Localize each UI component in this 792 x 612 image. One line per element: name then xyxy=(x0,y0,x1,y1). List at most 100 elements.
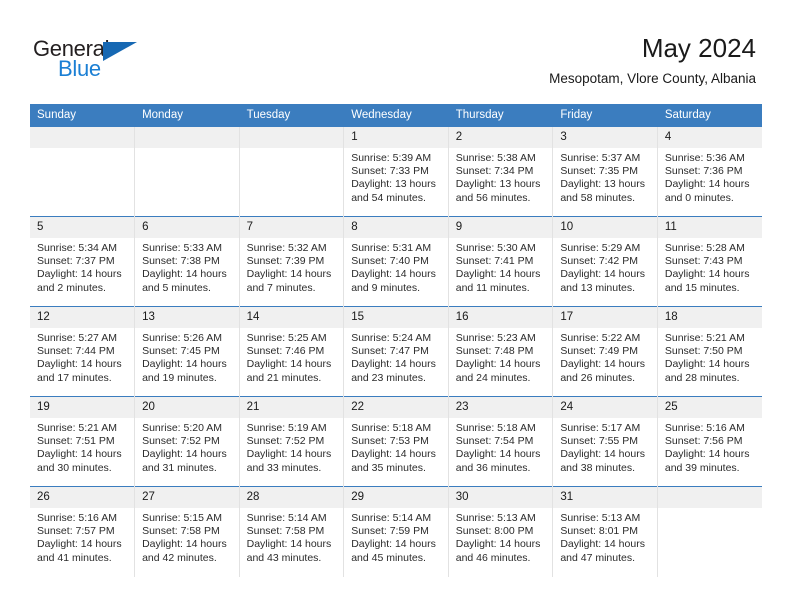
calendar-body: 1 Sunrise: 5:39 AM Sunset: 7:33 PM Daylight… xyxy=(30,126,762,577)
calendar-day-cell[interactable]: 20 Sunrise: 5:20 AM Sunset: 7:52 PM Dayligh… xyxy=(134,396,240,487)
sunset-text: Sunset: 7:36 PM xyxy=(664,165,743,178)
calendar-day-cell[interactable]: 19 Sunrise: 5:21 AM Sunset: 7:51 PM Dayligh… xyxy=(30,396,136,487)
calendar-day-cell[interactable]: 12 Sunrise: 5:27 AM Sunset: 7:44 PM Dayligh… xyxy=(30,306,136,397)
sunset-text: Sunset: 7:45 PM xyxy=(142,345,220,358)
sunrise-text: Sunrise: 5:32 AM xyxy=(246,242,327,254)
sunset-text: Sunset: 7:55 PM xyxy=(560,435,638,448)
daylight-text: Daylight: 14 hours and 28 minutes. xyxy=(664,358,750,384)
sunrise-text: Sunrise: 5:21 AM xyxy=(37,422,117,434)
daylight-text: Daylight: 14 hours and 41 minutes. xyxy=(37,538,122,564)
calendar-week-row: 26 Sunrise: 5:16 AM Sunset: 7:57 PM Dayligh… xyxy=(30,486,762,577)
day-details: Sunrise: 5:33 AM Sunset: 7:38 PM Daylight:… xyxy=(135,238,238,295)
sunrise-text: Sunrise: 5:37 AM xyxy=(560,152,641,164)
daylight-text: Daylight: 13 hours and 54 minutes. xyxy=(351,178,436,204)
general-blue-logo[interactable]: General Blue xyxy=(33,36,153,84)
calendar-day-cell[interactable]: 14 Sunrise: 5:25 AM Sunset: 7:46 PM Dayligh… xyxy=(239,306,345,397)
page-title: May 2024 xyxy=(641,33,756,63)
weekday-header-row: Sunday Monday Tuesday Wednesday Thursday… xyxy=(30,104,763,127)
sunset-text: Sunset: 7:50 PM xyxy=(664,345,743,358)
day-number: 4 xyxy=(657,127,762,148)
daylight-text: Daylight: 14 hours and 38 minutes. xyxy=(560,448,645,474)
day-number: 13 xyxy=(135,307,239,328)
daylight-text: Daylight: 14 hours and 24 minutes. xyxy=(455,358,541,384)
calendar-day-cell[interactable]: 25 Sunrise: 5:16 AM Sunset: 7:56 PM Dayligh… xyxy=(657,396,762,487)
calendar-day-cell[interactable]: 30 Sunrise: 5:13 AM Sunset: 8:00 PM Dayligh… xyxy=(448,486,554,577)
day-details: Sunrise: 5:24 AM Sunset: 7:47 PM Daylight:… xyxy=(344,328,447,385)
calendar-day-cell[interactable]: 31 Sunrise: 5:13 AM Sunset: 8:01 PM Dayligh… xyxy=(552,486,658,577)
day-number: 14 xyxy=(239,307,343,328)
calendar-day-cell[interactable]: 2 Sunrise: 5:38 AM Sunset: 7:34 PM Daylight… xyxy=(448,126,554,217)
calendar-day-cell[interactable]: 7 Sunrise: 5:32 AM Sunset: 7:39 PM Daylight… xyxy=(239,216,345,307)
sunrise-text: Sunrise: 5:21 AM xyxy=(664,332,745,344)
calendar-day-cell[interactable]: 15 Sunrise: 5:24 AM Sunset: 7:47 PM Dayligh… xyxy=(343,306,449,397)
day-number: 8 xyxy=(344,217,448,238)
calendar-day-cell[interactable]: 21 Sunrise: 5:19 AM Sunset: 7:52 PM Dayligh… xyxy=(239,396,345,487)
triangle-icon xyxy=(103,42,137,61)
calendar-day-cell[interactable]: 10 Sunrise: 5:29 AM Sunset: 7:42 PM Dayligh… xyxy=(552,216,658,307)
calendar-day-cell[interactable]: 13 Sunrise: 5:26 AM Sunset: 7:45 PM Dayligh… xyxy=(134,306,240,397)
sunset-text: Sunset: 7:49 PM xyxy=(560,345,638,358)
sunset-text: Sunset: 8:00 PM xyxy=(455,525,534,538)
day-details: Sunrise: 5:38 AM Sunset: 7:34 PM Daylight:… xyxy=(449,148,552,205)
day-details: Sunrise: 5:21 AM Sunset: 7:50 PM Daylight:… xyxy=(658,328,762,385)
calendar-day-cell[interactable]: 16 Sunrise: 5:23 AM Sunset: 7:48 PM Dayligh… xyxy=(448,306,554,397)
daylight-text: Daylight: 14 hours and 13 minutes. xyxy=(560,268,645,294)
calendar-day-cell[interactable]: 27 Sunrise: 5:15 AM Sunset: 7:58 PM Dayligh… xyxy=(134,486,240,577)
calendar-day-cell[interactable]: 8 Sunrise: 5:31 AM Sunset: 7:40 PM Daylight… xyxy=(343,216,449,307)
daylight-text: Daylight: 14 hours and 21 minutes. xyxy=(246,358,332,384)
calendar-cell-empty xyxy=(134,126,240,217)
calendar-day-cell[interactable]: 26 Sunrise: 5:16 AM Sunset: 7:57 PM Dayligh… xyxy=(30,486,136,577)
daylight-text: Daylight: 14 hours and 43 minutes. xyxy=(246,538,332,564)
calendar-day-cell[interactable]: 5 Sunrise: 5:34 AM Sunset: 7:37 PM Daylight… xyxy=(30,216,136,307)
calendar-day-cell[interactable]: 17 Sunrise: 5:22 AM Sunset: 7:49 PM Dayligh… xyxy=(552,306,658,397)
calendar-day-cell[interactable]: 29 Sunrise: 5:14 AM Sunset: 7:59 PM Dayligh… xyxy=(343,486,449,577)
calendar-day-cell[interactable]: 22 Sunrise: 5:18 AM Sunset: 7:53 PM Dayligh… xyxy=(343,396,449,487)
calendar-week-row: 1 Sunrise: 5:39 AM Sunset: 7:33 PM Daylight… xyxy=(30,126,762,217)
day-details: Sunrise: 5:30 AM Sunset: 7:41 PM Daylight:… xyxy=(449,238,552,295)
weekday-header-thursday: Thursday xyxy=(448,104,554,127)
day-details: Sunrise: 5:21 AM Sunset: 7:51 PM Daylight:… xyxy=(30,418,134,475)
calendar-day-cell[interactable]: 28 Sunrise: 5:14 AM Sunset: 7:58 PM Dayligh… xyxy=(239,486,345,577)
day-details: Sunrise: 5:16 AM Sunset: 7:56 PM Daylight:… xyxy=(658,418,762,475)
calendar-day-cell[interactable]: 18 Sunrise: 5:21 AM Sunset: 7:50 PM Dayligh… xyxy=(657,306,762,397)
sunrise-text: Sunrise: 5:16 AM xyxy=(37,512,117,524)
weekday-header-saturday: Saturday xyxy=(657,104,763,127)
day-details: Sunrise: 5:23 AM Sunset: 7:48 PM Daylight:… xyxy=(449,328,552,385)
day-details: Sunrise: 5:18 AM Sunset: 7:54 PM Daylight:… xyxy=(449,418,552,475)
calendar-day-cell[interactable]: 3 Sunrise: 5:37 AM Sunset: 7:35 PM Daylight… xyxy=(552,126,658,217)
calendar-day-cell[interactable]: 24 Sunrise: 5:17 AM Sunset: 7:55 PM Dayligh… xyxy=(552,396,658,487)
sunrise-text: Sunrise: 5:18 AM xyxy=(351,422,432,434)
sunset-text: Sunset: 7:58 PM xyxy=(246,525,325,538)
sunrise-text: Sunrise: 5:15 AM xyxy=(142,512,223,524)
sunset-text: Sunset: 7:33 PM xyxy=(351,165,429,178)
sunset-text: Sunset: 7:52 PM xyxy=(246,435,325,448)
calendar-day-cell[interactable]: 6 Sunrise: 5:33 AM Sunset: 7:38 PM Daylight… xyxy=(134,216,240,307)
sunrise-text: Sunrise: 5:38 AM xyxy=(455,152,536,164)
daylight-text: Daylight: 14 hours and 7 minutes. xyxy=(246,268,332,294)
day-details: Sunrise: 5:14 AM Sunset: 7:58 PM Daylight:… xyxy=(240,508,343,565)
sunrise-text: Sunrise: 5:22 AM xyxy=(560,332,641,344)
calendar-cell-empty xyxy=(657,486,762,577)
calendar-day-cell[interactable]: 11 Sunrise: 5:28 AM Sunset: 7:43 PM Dayligh… xyxy=(657,216,762,307)
calendar-day-cell[interactable]: 4 Sunrise: 5:36 AM Sunset: 7:36 PM Daylight… xyxy=(657,126,762,217)
calendar-day-cell[interactable]: 23 Sunrise: 5:18 AM Sunset: 7:54 PM Dayligh… xyxy=(448,396,554,487)
sunrise-text: Sunrise: 5:16 AM xyxy=(664,422,745,434)
sunset-text: Sunset: 7:41 PM xyxy=(455,255,534,268)
calendar-day-cell[interactable]: 9 Sunrise: 5:30 AM Sunset: 7:41 PM Daylight… xyxy=(448,216,554,307)
day-number: 16 xyxy=(448,307,552,328)
sunset-text: Sunset: 7:40 PM xyxy=(351,255,429,268)
day-number: 20 xyxy=(135,397,239,418)
day-number: 28 xyxy=(239,487,343,508)
day-number: 3 xyxy=(553,127,657,148)
day-number: 6 xyxy=(135,217,239,238)
day-number xyxy=(657,487,762,508)
daylight-text: Daylight: 14 hours and 30 minutes. xyxy=(37,448,122,474)
daylight-text: Daylight: 14 hours and 46 minutes. xyxy=(455,538,541,564)
calendar-day-cell[interactable]: 1 Sunrise: 5:39 AM Sunset: 7:33 PM Daylight… xyxy=(343,126,449,217)
day-details: Sunrise: 5:31 AM Sunset: 7:40 PM Daylight:… xyxy=(344,238,447,295)
day-number: 22 xyxy=(344,397,448,418)
daylight-text: Daylight: 14 hours and 45 minutes. xyxy=(351,538,436,564)
day-details: Sunrise: 5:13 AM Sunset: 8:01 PM Daylight:… xyxy=(553,508,656,565)
page-header: General Blue May 2024 Mesopotam, Vlore C… xyxy=(0,0,792,104)
weekday-header-friday: Friday xyxy=(552,104,658,127)
